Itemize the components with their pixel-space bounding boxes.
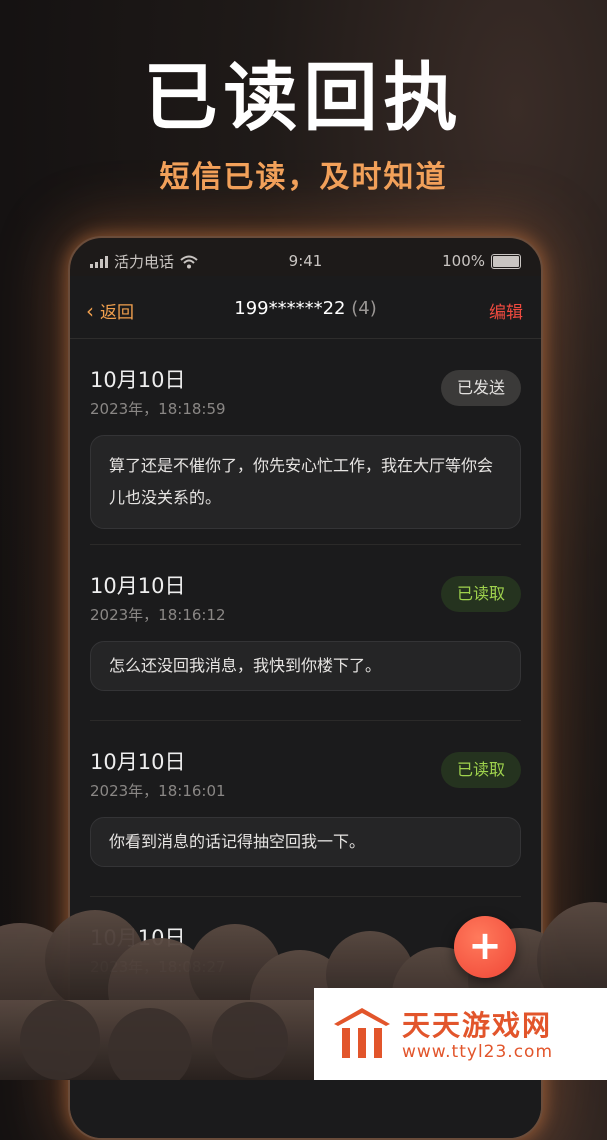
status-badge-read: 已读取: [440, 752, 521, 788]
status-badge-read: 已读取: [440, 576, 521, 612]
conversation-title: 199******22 (4): [70, 298, 541, 319]
compose-button[interactable]: +: [454, 916, 516, 978]
status-badge-sent: 已发送: [440, 370, 521, 406]
watermark-name: 天天游戏网: [402, 1009, 553, 1042]
watermark-emblem-icon: [334, 1008, 390, 1058]
message-bubble[interactable]: 算了还是不催你了，你先安心忙工作，我在大厅等你会儿也没关系的。: [90, 435, 521, 529]
plus-icon: +: [468, 923, 502, 969]
divider: [90, 896, 521, 897]
message-bubble[interactable]: 怎么还没回我消息，我快到你楼下了。: [90, 641, 521, 691]
battery-label: 100%: [442, 252, 485, 270]
message-count: (4): [351, 298, 377, 319]
status-bar: 活力电话 9:41 100%: [70, 238, 541, 276]
contact-number: 199******22: [234, 298, 346, 319]
hero-title: 已读回执: [143, 55, 464, 141]
message-item: 10月10日 2023年，18:16:12 已读取 怎么还没回我消息，我快到你楼…: [90, 570, 521, 691]
message-item: 10月10日 2023年，18:18:59 已发送 算了还是不催你了，你先安心忙…: [90, 364, 521, 529]
message-item: 10月10日 2023年，18:16:01 已读取 你看到消息的话记得抽空回我一…: [90, 746, 521, 867]
hero-subtitle: 短信已读，及时知道: [159, 160, 448, 195]
edit-button[interactable]: 编辑: [489, 298, 523, 323]
nav-bar: ‹ 返回 199******22 (4) 编辑: [70, 276, 541, 339]
watermark-logo: 天天游戏网 www.ttyl23.com: [314, 988, 607, 1080]
message-bubble[interactable]: 你看到消息的话记得抽空回我一下。: [90, 817, 521, 867]
divider: [90, 544, 521, 545]
battery-icon: [491, 253, 521, 269]
watermark-url: www.ttyl23.com: [402, 1042, 554, 1062]
divider: [90, 720, 521, 721]
